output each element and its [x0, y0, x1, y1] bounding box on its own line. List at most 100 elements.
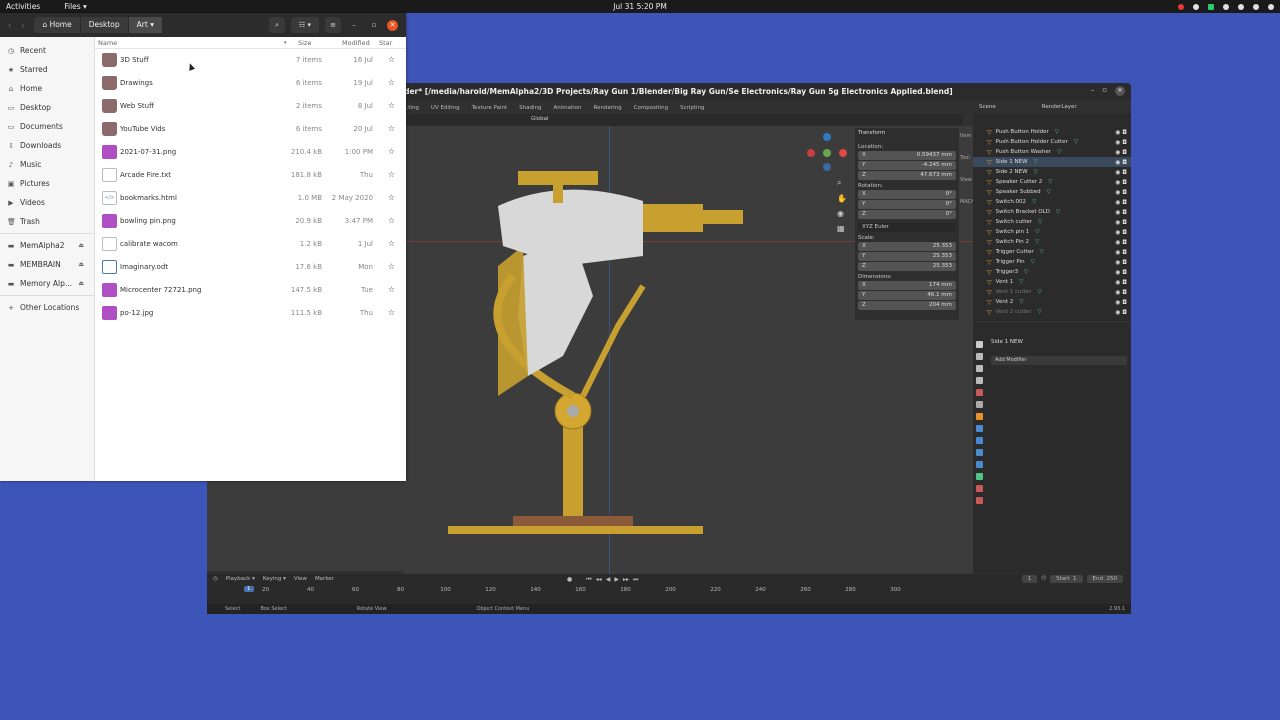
navigation-gizmo[interactable] — [807, 133, 847, 173]
neg-x-axis-icon[interactable] — [807, 149, 815, 157]
visibility-icon[interactable]: ◉ ◘ — [1115, 209, 1127, 216]
rotation-mode-select[interactable]: XYZ Euler — [858, 223, 956, 232]
file-row[interactable]: </> bookmarks.html 1.0 MB 2 May 2020 ☆ — [95, 187, 406, 210]
visibility-icon[interactable]: ◉ ◘ — [1115, 229, 1127, 236]
transform-header[interactable]: Transform — [858, 130, 956, 136]
view-layer-select[interactable]: RenderLayer — [1042, 104, 1077, 110]
star-icon[interactable]: ☆ — [388, 308, 395, 317]
jump-end-icon[interactable]: ⏭ — [633, 576, 638, 584]
tab-item[interactable]: Item — [960, 133, 971, 139]
dimensions-z-field[interactable]: Z 204 mm — [858, 301, 956, 310]
workspace-tab[interactable]: Rendering — [594, 105, 622, 111]
eject-icon[interactable]: ⏏ — [78, 280, 84, 287]
keying-menu[interactable]: Keying ▾ — [263, 576, 286, 582]
outliner-item[interactable]: ▽ Trigger Cutter ▽ ◉ ◘ — [973, 247, 1131, 257]
visibility-icon[interactable]: ◉ ◘ — [1115, 149, 1127, 156]
file-row[interactable]: 3D Stuff 7 items 16 Jul ☆ — [95, 49, 406, 72]
outliner-item[interactable]: ▽ Push Button Washer ▽ ◉ ◘ — [973, 147, 1131, 157]
star-icon[interactable]: ☆ — [388, 170, 395, 179]
material-tab-icon[interactable] — [975, 485, 983, 492]
particles-tab-icon[interactable] — [975, 437, 983, 444]
file-row[interactable]: po-12.jpg 111.5 kB Thu ☆ — [95, 302, 406, 325]
workspace-tab[interactable]: Compositing — [634, 105, 668, 111]
visibility-icon[interactable]: ◉ ◘ — [1115, 169, 1127, 176]
neg-z-axis-icon[interactable] — [823, 163, 831, 171]
power-icon[interactable] — [1268, 3, 1274, 10]
file-row[interactable]: calibrate wacom 1.2 kB 1 Jul ☆ — [95, 233, 406, 256]
outliner-item[interactable]: ▽ Push Button Holder Cutter ▽ ◉ ◘ — [973, 137, 1131, 147]
star-icon[interactable]: ☆ — [388, 216, 395, 225]
sidebar-item-home[interactable]: ⌂ Home — [0, 79, 94, 98]
column-size[interactable]: Size — [298, 39, 311, 47]
visibility-icon[interactable]: ◉ ◘ — [1115, 139, 1127, 146]
x-axis-icon[interactable] — [839, 149, 847, 157]
rotation-y-field[interactable]: Y 0° — [858, 200, 956, 209]
clock[interactable]: Jul 31 5:20 PM — [613, 2, 667, 11]
column-star[interactable]: Star — [379, 39, 392, 47]
rotation-x-field[interactable]: X 0° — [858, 190, 956, 199]
location-y-field[interactable]: Y -4.245 mm — [858, 161, 956, 170]
view-menu[interactable]: View — [294, 576, 307, 582]
visibility-icon[interactable]: ◉ ◘ — [1115, 269, 1127, 276]
outliner-item[interactable]: ▽ Side 2 NEW ▽ ◉ ◘ — [973, 167, 1131, 177]
grid-icon[interactable]: ▦ — [837, 224, 847, 233]
workspace-tab[interactable]: UV Editing — [431, 105, 460, 111]
sidebar-item-downloads[interactable]: ⇩ Downloads — [0, 136, 94, 155]
star-icon[interactable]: ☆ — [388, 239, 395, 248]
file-row[interactable]: Microcenter 72721.png 147.5 kB Tue ☆ — [95, 279, 406, 302]
view-toggle-icon[interactable]: ☷ ▾ — [291, 17, 319, 33]
camera-icon[interactable]: ◉ — [837, 209, 847, 218]
tool-tab-icon[interactable] — [975, 341, 983, 348]
maximize-icon[interactable]: ▫ — [1102, 86, 1107, 96]
visibility-icon[interactable]: ◉ ◘ — [1115, 259, 1127, 266]
scene-select[interactable]: Scene — [979, 104, 996, 110]
outliner-item[interactable]: ▽ Vent 1 ▽ ◉ ◘ — [973, 277, 1131, 287]
z-axis-icon[interactable] — [823, 133, 831, 141]
visibility-icon[interactable]: ◉ ◘ — [1115, 239, 1127, 246]
output-tab-icon[interactable] — [975, 365, 983, 372]
star-icon[interactable]: ☆ — [388, 101, 395, 110]
sidebar-item-documents[interactable]: ▭ Documents — [0, 117, 94, 136]
minimize-icon[interactable]: – — [1091, 86, 1095, 96]
maximize-icon[interactable]: ▫ — [367, 21, 381, 29]
end-frame-field[interactable]: End 250 — [1086, 575, 1123, 583]
sidebar-item-starred[interactable]: ★ Starred — [0, 60, 94, 79]
file-row[interactable]: Imaginary.odt 17.6 kB Mon ☆ — [95, 256, 406, 279]
visibility-icon[interactable]: ◉ ◘ — [1115, 309, 1127, 316]
sidebar-item-drive[interactable]: ▬ Memory Alp... ⏏ — [0, 274, 94, 293]
outliner-item[interactable]: ▽ Speaker Subbed ▽ ◉ ◘ — [973, 187, 1131, 197]
scale-z-field[interactable]: Z 25.353 — [858, 262, 956, 271]
star-icon[interactable]: ☆ — [388, 193, 395, 202]
playback-menu[interactable]: Playback ▾ — [226, 576, 255, 582]
prev-key-icon[interactable]: ◂◂ — [596, 576, 602, 584]
workspace-tab[interactable]: Texture Paint — [472, 105, 508, 111]
workspace-tab[interactable]: Animation — [553, 105, 581, 111]
outliner-item[interactable]: ▽ Trigger Pin ▽ ◉ ◘ — [973, 257, 1131, 267]
star-icon[interactable]: ☆ — [388, 147, 395, 156]
tab-tool[interactable]: Tool — [960, 155, 970, 161]
star-icon[interactable]: ☆ — [388, 262, 395, 271]
file-row[interactable]: Web Stuff 2 items 8 Jul ☆ — [95, 95, 406, 118]
outliner-item[interactable]: ▽ Switch.002 ▽ ◉ ◘ — [973, 197, 1131, 207]
scale-y-field[interactable]: Y 25.353 — [858, 252, 956, 261]
timeline-editor-icon[interactable]: ◷ — [213, 576, 218, 582]
sidebar-item-desktop[interactable]: ▭ Desktop — [0, 98, 94, 117]
visibility-icon[interactable]: ◉ ◘ — [1115, 189, 1127, 196]
visibility-icon[interactable]: ◉ ◘ — [1115, 249, 1127, 256]
jump-start-icon[interactable]: ⏮ — [586, 576, 591, 584]
file-row[interactable]: Arcade Fire.txt 181.8 kB Thu ☆ — [95, 164, 406, 187]
file-row[interactable]: YouTube Vids 6 items 20 Jul ☆ — [95, 118, 406, 141]
outliner-item[interactable]: ▽ Vent 2 ▽ ◉ ◘ — [973, 297, 1131, 307]
outliner-item[interactable]: ▽ Push Button Holder ▽ ◉ ◘ — [973, 127, 1131, 137]
physics-tab-icon[interactable] — [975, 449, 983, 456]
workspace-tab[interactable]: Shading — [519, 105, 541, 111]
texture-tab-icon[interactable] — [975, 497, 983, 504]
sidebar-item-pictures[interactable]: ▣ Pictures — [0, 174, 94, 193]
sidebar-item-trash[interactable]: 🗑 Trash — [0, 212, 94, 231]
tab-view[interactable]: View — [960, 177, 972, 183]
sidebar-item-recent[interactable]: ◷ Recent — [0, 41, 94, 60]
app-menu[interactable]: Files ▾ — [64, 2, 87, 11]
visibility-icon[interactable]: ◉ ◘ — [1115, 299, 1127, 306]
visibility-icon[interactable]: ◉ ◘ — [1115, 289, 1127, 296]
search-icon[interactable]: ⌕ — [269, 17, 285, 33]
